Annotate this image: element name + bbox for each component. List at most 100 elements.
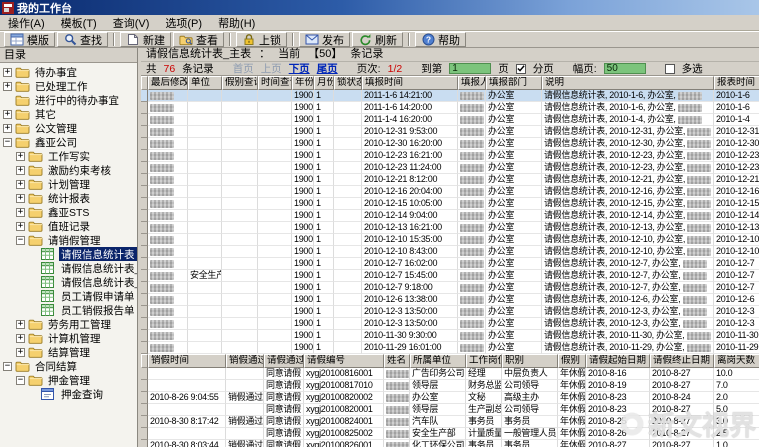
table-row[interactable]: 190012010-12-15 10:05:00办公室请假信息统计表, 2010… [141, 198, 759, 210]
row-selector[interactable] [141, 114, 148, 126]
paging-checkbox[interactable] [516, 64, 526, 74]
expand-icon[interactable]: + [16, 152, 25, 161]
detail-table-row[interactable]: 同意请假xygj20100816001广告印务公司经理中层负责人年休假2010-… [141, 368, 759, 380]
table-row[interactable]: 190012010-12-23 11:24:00办公室请假信息统计表, 2010… [141, 162, 759, 174]
sidebar-item-7[interactable]: +激励约束考核 [0, 163, 137, 177]
table-row[interactable]: 安全生产部190012010-12-7 15:45:00办公室请假信息统计表, … [141, 270, 759, 282]
sidebar-item-0[interactable]: +待办事宜 [0, 65, 137, 79]
sidebar-item-18[interactable]: +劳务用工管理 [0, 317, 137, 331]
collapse-icon[interactable]: − [16, 376, 25, 385]
multi-select-checkbox[interactable] [665, 64, 675, 74]
column-header[interactable]: 填报部门 [486, 76, 542, 90]
sidebar-item-11[interactable]: +值班记录 [0, 219, 137, 233]
column-header[interactable]: 销假时间 [148, 354, 226, 368]
detail-table-row[interactable]: 2010-8-26 9:04:55销假通过同意请假xygj20100820002… [141, 392, 759, 404]
menu-item-2[interactable]: 查询(V) [105, 14, 158, 32]
sidebar-item-15[interactable]: 请假信息统计表_个人 [0, 275, 137, 289]
row-selector[interactable] [141, 234, 148, 246]
column-header[interactable]: 请假编号 [304, 354, 384, 368]
table-row[interactable]: 190012010-12-7 16:02:00办公室请假信息统计表, 2010-… [141, 258, 759, 270]
table-row[interactable]: 190012011-1-4 16:20:00办公室请假信息统计表, 2010-1… [141, 114, 759, 126]
table-row[interactable]: 190012010-12-10 15:35:00办公室请假信息统计表, 2010… [141, 234, 759, 246]
expand-icon[interactable]: + [16, 222, 25, 231]
column-header[interactable]: 请假通过 [264, 354, 304, 368]
sidebar-item-4[interactable]: +公文管理 [0, 121, 137, 135]
row-selector[interactable] [141, 294, 148, 306]
sidebar-item-3[interactable]: +其它 [0, 107, 137, 121]
column-header[interactable]: 填报时间 [362, 76, 458, 90]
row-selector[interactable] [141, 392, 148, 404]
template-button[interactable]: 模版 [4, 32, 55, 47]
help-button[interactable]: ?帮助 [415, 32, 466, 47]
sidebar-item-5[interactable]: −鑫亚公司 [0, 135, 137, 149]
row-selector[interactable] [141, 416, 148, 428]
row-selector[interactable] [141, 258, 148, 270]
row-selector[interactable] [141, 318, 148, 330]
sidebar-item-2[interactable]: 进行中的待办事宜 [0, 93, 137, 107]
publish-button[interactable]: 发布 [299, 32, 350, 47]
column-header[interactable]: 年份 [292, 76, 314, 90]
menu-item-1[interactable]: 模板(T) [53, 14, 105, 32]
column-header[interactable]: 填报人 [458, 76, 486, 90]
row-selector[interactable] [141, 428, 148, 440]
row-selector[interactable] [141, 330, 148, 342]
sidebar-item-1[interactable]: +已处理工作 [0, 79, 137, 93]
new-button[interactable]: 新建 [120, 32, 171, 47]
sidebar-item-8[interactable]: +计划管理 [0, 177, 137, 191]
table-row[interactable]: 190012010-12-31 9:53:00办公室请假信息统计表, 2010-… [141, 126, 759, 138]
expand-icon[interactable]: + [16, 320, 25, 329]
row-selector[interactable] [141, 222, 148, 234]
column-header[interactable]: 锁状态 [334, 76, 362, 90]
column-header[interactable]: 单位 [188, 76, 222, 90]
row-selector[interactable] [141, 174, 148, 186]
table-row[interactable]: 190012010-12-3 13:50:00办公室请假信息统计表, 2010-… [141, 318, 759, 330]
refresh-button[interactable]: 刷新 [352, 32, 403, 47]
sidebar-item-6[interactable]: +工作写实 [0, 149, 137, 163]
detail-table-row[interactable]: 2010-8-30 8:03:44销假通过同意请假xygj20100826001… [141, 440, 759, 447]
detail-table-row[interactable]: 同意请假xygj20100817010领导层财务总监公司领导年休假2010-8-… [141, 380, 759, 392]
goto-page-input[interactable]: 1 [449, 63, 491, 74]
row-selector[interactable] [141, 380, 148, 392]
expand-icon[interactable]: + [3, 124, 12, 133]
column-header[interactable]: 报表时间 [714, 76, 759, 90]
table-row[interactable]: 190012010-12-21 8:12:00办公室请假信息统计表, 2010-… [141, 174, 759, 186]
prev-page-link[interactable]: 上页 [261, 61, 282, 76]
lock-button[interactable]: 上锁 [236, 32, 287, 47]
collapse-icon[interactable]: − [16, 236, 25, 245]
table-row[interactable]: 190012011-1-6 14:20:00办公室请假信息统计表, 2010-1… [141, 102, 759, 114]
row-selector[interactable] [141, 342, 148, 354]
expand-icon[interactable]: + [16, 334, 25, 343]
last-page-link[interactable]: 尾页 [317, 61, 338, 76]
table-row[interactable]: 190012011-1-6 14:21:00办公室请假信息统计表, 2010-1… [141, 90, 759, 102]
expand-icon[interactable]: + [16, 180, 25, 189]
column-header[interactable]: 请假起始日期 [586, 354, 650, 368]
sidebar-item-19[interactable]: +计算机管理 [0, 331, 137, 345]
column-header[interactable]: 月份 [314, 76, 334, 90]
row-selector[interactable] [141, 270, 148, 282]
table-row[interactable]: 190012010-12-23 16:21:00办公室请假信息统计表, 2010… [141, 150, 759, 162]
table-row[interactable]: 190012010-12-13 16:21:00办公室请假信息统计表, 2010… [141, 222, 759, 234]
row-selector[interactable] [141, 126, 148, 138]
sidebar-item-17[interactable]: 员工销假报告单 [0, 303, 137, 317]
menu-item-0[interactable]: 操作(A) [0, 14, 53, 32]
expand-icon[interactable]: + [16, 208, 25, 217]
next-page-link[interactable]: 下页 [289, 61, 310, 76]
column-header[interactable]: 姓名 [384, 354, 410, 368]
sidebar-item-16[interactable]: 员工请假申请单 [0, 289, 137, 303]
menu-item-4[interactable]: 帮助(H) [210, 14, 263, 32]
sidebar-item-12[interactable]: −请销假管理 [0, 233, 137, 247]
row-selector[interactable] [141, 440, 148, 447]
row-selector[interactable] [141, 282, 148, 294]
sidebar-item-14[interactable]: 请假信息统计表_单位 [0, 261, 137, 275]
table-row[interactable]: 190012010-12-10 8:43:00办公室请假信息统计表, 2010-… [141, 246, 759, 258]
row-selector[interactable] [141, 246, 148, 258]
column-header[interactable]: 请假终止日期 [650, 354, 714, 368]
collapse-icon[interactable]: − [3, 362, 12, 371]
column-header[interactable]: 说明 [542, 76, 714, 90]
table-row[interactable]: 190012010-12-3 13:50:00办公室请假信息统计表, 2010-… [141, 306, 759, 318]
row-selector[interactable] [141, 210, 148, 222]
column-header[interactable]: 时间查询 [258, 76, 292, 90]
table-row[interactable]: 190012010-11-30 9:30:00办公室请假信息统计表, 2010-… [141, 330, 759, 342]
sidebar-item-13[interactable]: 请假信息统计表 [0, 247, 137, 261]
view-button[interactable]: 查看 [173, 32, 224, 47]
